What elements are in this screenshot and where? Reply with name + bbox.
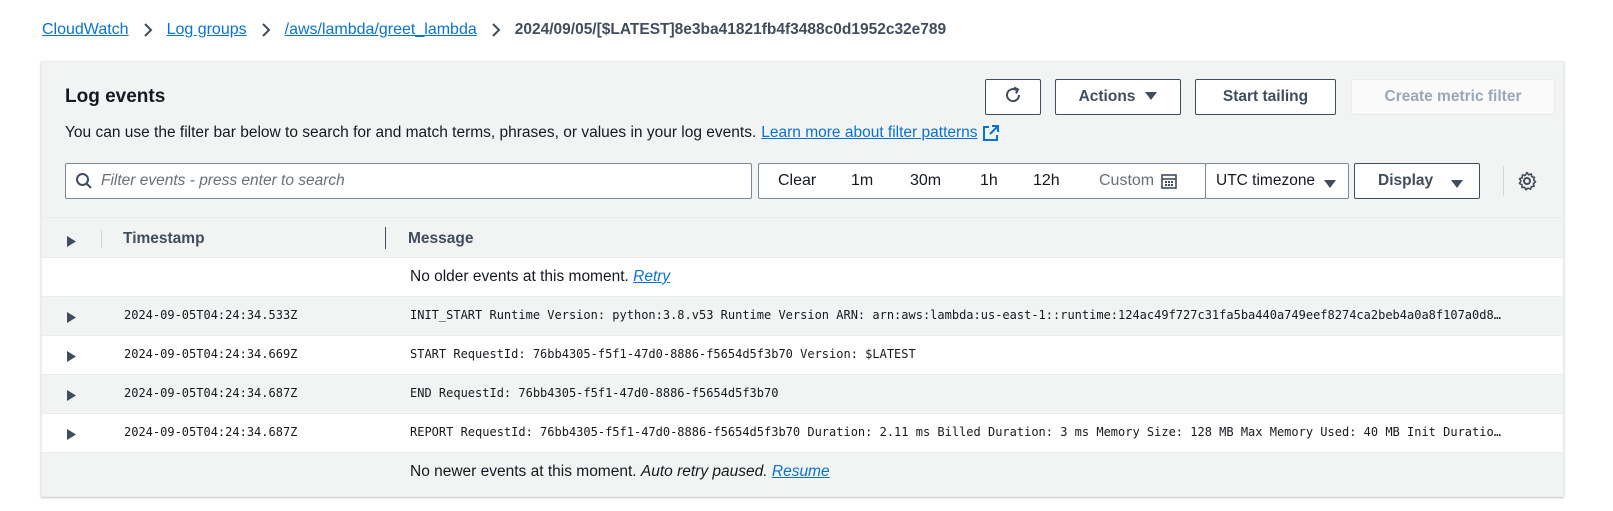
log-events-panel: Log events Actions Start tailing Create …: [41, 61, 1564, 497]
caret-right-icon[interactable]: [67, 427, 76, 444]
custom-range-label: Custom: [1099, 172, 1155, 189]
actions-label: Actions: [1078, 88, 1136, 105]
calendar-icon: [1161, 173, 1177, 189]
breadcrumb-current-stream: 2024/09/05/[$LATEST]8e3ba41821fb4f3488c0…: [514, 21, 947, 38]
caret-right-icon[interactable]: [67, 234, 76, 251]
refresh-button[interactable]: [985, 79, 1041, 115]
clear-range-button[interactable]: Clear: [778, 172, 816, 190]
row-timestamp: 2024-09-05T04:24:34.687Z: [124, 425, 298, 439]
caret-right-icon[interactable]: [67, 310, 76, 327]
row-timestamp: 2024-09-05T04:24:34.669Z: [124, 347, 298, 361]
chevron-right-icon: [143, 23, 153, 37]
row-message: START RequestId: 76bb4305-f5f1-47d0-8886…: [410, 347, 916, 361]
breadcrumb-log-groups[interactable]: Log groups: [167, 21, 247, 39]
caret-down-icon: [1324, 176, 1336, 194]
row-message: INIT_START Runtime Version: python:3.8.v…: [410, 308, 1501, 322]
gear-icon[interactable]: [1516, 170, 1538, 192]
range-30m-button[interactable]: 30m: [910, 172, 941, 190]
panel-description: You can use the filter bar below to sear…: [65, 124, 999, 142]
display-label: Display: [1378, 172, 1434, 189]
table-row[interactable]: 2024-09-05T04:24:34.669Z START RequestId…: [42, 336, 1563, 375]
panel-title: Log events: [65, 86, 166, 107]
create-metric-filter-button[interactable]: Create metric filter: [1351, 79, 1555, 115]
resume-link[interactable]: Resume: [772, 463, 830, 480]
search-icon: [75, 172, 93, 190]
table-row[interactable]: 2024-09-05T04:24:34.533Z INIT_START Runt…: [42, 297, 1563, 336]
range-1m-button[interactable]: 1m: [851, 172, 873, 190]
range-1h-button[interactable]: 1h: [980, 172, 998, 190]
newer-events-text: No newer events at this moment. Auto ret…: [410, 463, 830, 481]
chevron-right-icon: [491, 23, 501, 37]
breadcrumb-cloudwatch[interactable]: CloudWatch: [42, 21, 129, 39]
message-column-header[interactable]: Message: [408, 230, 473, 248]
time-range-selector: Clear 1m 30m 1h 12h Custom: [758, 163, 1206, 199]
table-header: Timestamp Message: [42, 217, 1563, 258]
external-link-icon[interactable]: [982, 125, 999, 141]
log-events-table: Timestamp Message No older events at thi…: [42, 217, 1563, 492]
timezone-select[interactable]: UTC timezone: [1205, 163, 1349, 199]
newer-events-notice: No newer events at this moment. Auto ret…: [42, 453, 1563, 492]
row-message: END RequestId: 76bb4305-f5f1-47d0-8886-f…: [410, 386, 779, 400]
older-events-message: No older events at this moment.: [410, 268, 629, 285]
refresh-icon: [1003, 85, 1023, 110]
table-row[interactable]: 2024-09-05T04:24:34.687Z END RequestId: …: [42, 375, 1563, 414]
caret-right-icon[interactable]: [67, 388, 76, 405]
auto-retry-paused-text: Auto retry paused.: [640, 463, 768, 480]
caret-right-icon[interactable]: [67, 349, 76, 366]
timezone-value: UTC timezone: [1216, 172, 1316, 189]
row-timestamp: 2024-09-05T04:24:34.687Z: [124, 386, 298, 400]
toolbar-divider: [1503, 166, 1504, 196]
older-events-text: No older events at this moment. Retry: [410, 268, 670, 286]
caret-down-icon: [1145, 88, 1158, 106]
column-resizer[interactable]: [385, 227, 386, 249]
display-button[interactable]: Display: [1354, 163, 1480, 199]
column-divider: [101, 230, 102, 248]
learn-more-link[interactable]: Learn more about filter patterns: [761, 124, 977, 142]
actions-button[interactable]: Actions: [1055, 79, 1181, 115]
range-12h-button[interactable]: 12h: [1033, 172, 1060, 190]
custom-range-button[interactable]: Custom: [1099, 172, 1177, 190]
chevron-right-icon: [261, 23, 271, 37]
timestamp-column-header[interactable]: Timestamp: [123, 230, 205, 248]
retry-link[interactable]: Retry: [633, 268, 670, 285]
older-events-notice: No older events at this moment. Retry: [42, 258, 1563, 297]
caret-down-icon: [1451, 176, 1463, 194]
breadcrumb: CloudWatch Log groups /aws/lambda/greet_…: [42, 19, 946, 41]
filter-events-input[interactable]: [101, 172, 721, 190]
table-row[interactable]: 2024-09-05T04:24:34.687Z REPORT RequestI…: [42, 414, 1563, 453]
start-tailing-button[interactable]: Start tailing: [1195, 79, 1336, 115]
filter-events-box: [65, 163, 752, 199]
description-text: You can use the filter bar below to sear…: [65, 124, 757, 141]
row-message: REPORT RequestId: 76bb4305-f5f1-47d0-888…: [410, 425, 1501, 439]
newer-events-message: No newer events at this moment.: [410, 463, 637, 480]
breadcrumb-log-group[interactable]: /aws/lambda/greet_lambda: [285, 21, 477, 39]
row-timestamp: 2024-09-05T04:24:34.533Z: [124, 308, 298, 322]
